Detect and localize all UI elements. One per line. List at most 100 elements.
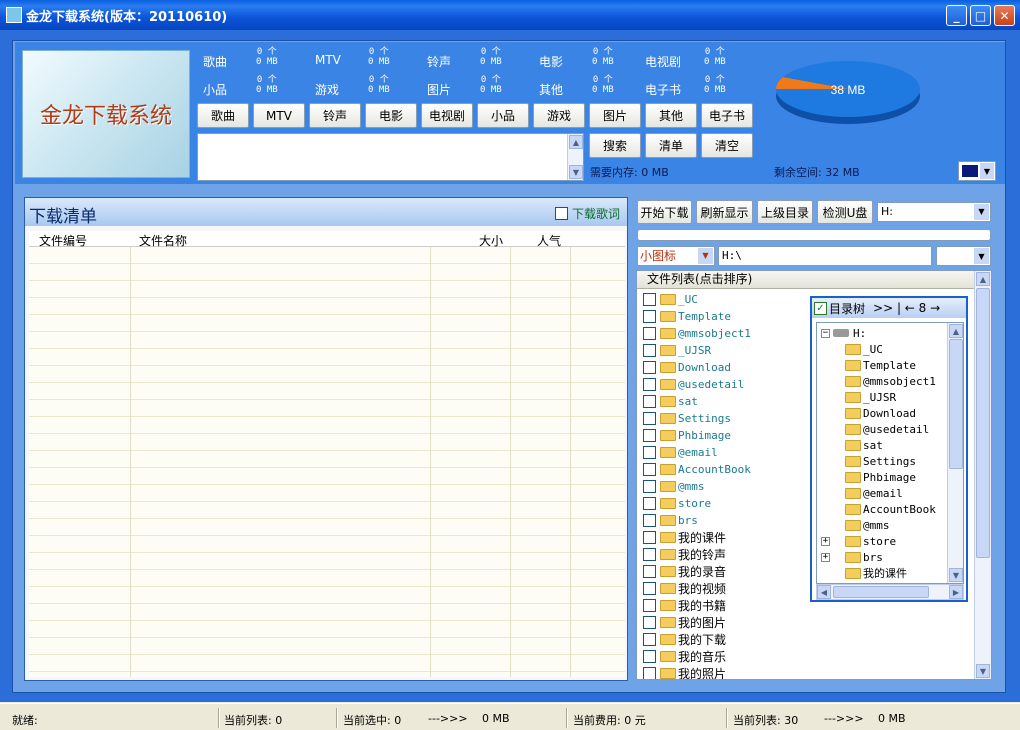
- file-list-item[interactable]: 我的图片: [643, 614, 726, 631]
- start-download-button[interactable]: 开始下载: [637, 200, 692, 224]
- tree-item[interactable]: @usedetail: [845, 421, 929, 437]
- checkbox-icon[interactable]: [643, 412, 656, 425]
- checkbox-icon[interactable]: [643, 293, 656, 306]
- tree-nav[interactable]: >> | ← 8 →: [873, 301, 940, 315]
- checkbox-icon[interactable]: [643, 446, 656, 459]
- checkbox-icon[interactable]: [643, 327, 656, 340]
- file-list-item[interactable]: Phbimage: [643, 427, 731, 444]
- expand-icon[interactable]: +: [821, 536, 830, 546]
- file-list-item[interactable]: sat: [643, 393, 698, 410]
- search-button[interactable]: 搜索: [589, 133, 641, 158]
- color-picker[interactable]: ▼: [958, 161, 996, 181]
- category-button[interactable]: 电子书: [701, 103, 753, 128]
- checkbox-icon[interactable]: [643, 633, 656, 646]
- path-input[interactable]: H:\: [718, 246, 932, 266]
- category-button[interactable]: 歌曲: [197, 103, 249, 128]
- checkbox-icon[interactable]: [643, 531, 656, 544]
- category-button[interactable]: 电影: [365, 103, 417, 128]
- scroll-right-icon[interactable]: ▶: [949, 585, 963, 599]
- tree-item[interactable]: Settings: [845, 453, 916, 469]
- checkbox-icon[interactable]: [643, 497, 656, 510]
- tree-item[interactable]: + store: [821, 533, 896, 549]
- scroll-down-icon[interactable]: ▼: [976, 664, 990, 678]
- refresh-button[interactable]: 刷新显示: [696, 200, 753, 224]
- category-button[interactable]: 其他: [645, 103, 697, 128]
- checkbox-icon[interactable]: [643, 395, 656, 408]
- file-list-header[interactable]: 文件列表(点击排序): [637, 271, 975, 289]
- tree-item[interactable]: Template: [845, 357, 916, 373]
- file-list-item[interactable]: _UC: [643, 291, 698, 308]
- file-list-item[interactable]: 我的录音: [643, 563, 726, 580]
- file-list-item[interactable]: 我的书籍: [643, 597, 726, 614]
- file-list-item[interactable]: 我的视频: [643, 580, 726, 597]
- checkbox-icon[interactable]: [643, 650, 656, 663]
- file-list-item[interactable]: 我的音乐: [643, 648, 726, 665]
- file-list-item[interactable]: Settings: [643, 410, 731, 427]
- scroll-up-icon[interactable]: ▲: [949, 324, 963, 338]
- file-list-item[interactable]: @email: [643, 444, 718, 461]
- file-list-scrollbar[interactable]: ▲ ▼: [974, 271, 991, 679]
- category-button[interactable]: 游戏: [533, 103, 585, 128]
- maximize-button[interactable]: □: [970, 5, 991, 26]
- checkbox-icon[interactable]: [643, 429, 656, 442]
- tree-view[interactable]: − H: _UC Template @mmsobject1 _UJSR Download…: [816, 322, 964, 584]
- file-list-item[interactable]: 我的下载: [643, 631, 726, 648]
- detect-usb-button[interactable]: 检测U盘: [817, 200, 873, 224]
- chevron-down-icon[interactable]: ▼: [980, 163, 994, 179]
- category-button[interactable]: MTV: [253, 103, 305, 128]
- tree-item[interactable]: @mmsobject1: [845, 373, 936, 389]
- tree-item[interactable]: AccountBook: [845, 501, 936, 517]
- search-textbox[interactable]: ▲ ▼: [197, 133, 584, 181]
- checkbox-icon[interactable]: [555, 207, 568, 220]
- list-button[interactable]: 清单: [645, 133, 697, 158]
- chevron-down-icon[interactable]: ▼: [974, 248, 989, 264]
- view-mode-select[interactable]: 小图标 ▼: [637, 246, 715, 266]
- scroll-thumb[interactable]: [949, 339, 963, 469]
- tree-item[interactable]: sat: [845, 437, 883, 453]
- checkbox-icon[interactable]: [643, 548, 656, 561]
- file-list-item[interactable]: @mms: [643, 478, 705, 495]
- tree-item[interactable]: _UC: [845, 341, 883, 357]
- category-button[interactable]: 图片: [589, 103, 641, 128]
- tree-hscroll[interactable]: ◀ ▶: [816, 584, 964, 600]
- scroll-down-icon[interactable]: ▼: [569, 165, 583, 179]
- collapse-icon[interactable]: −: [821, 328, 830, 338]
- tree-checkbox-icon[interactable]: ✓: [814, 301, 827, 315]
- close-button[interactable]: ✕: [994, 5, 1015, 26]
- tree-item[interactable]: Download: [845, 405, 916, 421]
- file-list-item[interactable]: Download: [643, 359, 731, 376]
- category-button[interactable]: 电视剧: [421, 103, 473, 128]
- file-list-item[interactable]: 我的铃声: [643, 546, 726, 563]
- file-list-item[interactable]: @mmsobject1: [643, 325, 751, 342]
- checkbox-icon[interactable]: [643, 344, 656, 357]
- file-list-item[interactable]: AccountBook: [643, 461, 751, 478]
- checkbox-icon[interactable]: [643, 463, 656, 476]
- scroll-down-icon[interactable]: ▼: [949, 568, 963, 582]
- tree-item[interactable]: _UJSR: [845, 389, 896, 405]
- expand-icon[interactable]: +: [821, 552, 830, 562]
- drive-select[interactable]: H: ▼: [877, 202, 991, 222]
- file-list-item[interactable]: Template: [643, 308, 731, 325]
- tree-root[interactable]: − H:: [821, 325, 866, 341]
- checkbox-icon[interactable]: [643, 310, 656, 323]
- textbox-scrollbar[interactable]: ▲ ▼: [567, 134, 583, 180]
- checkbox-icon[interactable]: [643, 616, 656, 629]
- lyrics-checkbox[interactable]: 下载歌词: [555, 205, 620, 222]
- file-list-item[interactable]: 我的课件: [643, 529, 726, 546]
- file-list-item[interactable]: _UJSR: [643, 342, 711, 359]
- tree-item[interactable]: @mms: [845, 517, 890, 533]
- chevron-down-icon[interactable]: ▼: [698, 248, 713, 264]
- tree-item[interactable]: 我的课件: [845, 565, 907, 581]
- checkbox-icon[interactable]: [643, 480, 656, 493]
- category-button[interactable]: 铃声: [309, 103, 361, 128]
- chevron-down-icon[interactable]: ▼: [974, 204, 989, 220]
- checkbox-icon[interactable]: [643, 667, 656, 679]
- download-list-body[interactable]: [29, 247, 625, 677]
- checkbox-icon[interactable]: [643, 582, 656, 595]
- category-button[interactable]: 小品: [477, 103, 529, 128]
- scroll-left-icon[interactable]: ◀: [817, 585, 831, 599]
- parent-dir-button[interactable]: 上级目录: [757, 200, 813, 224]
- tree-vscroll[interactable]: ▲ ▼: [947, 323, 963, 583]
- clear-button[interactable]: 清空: [701, 133, 753, 158]
- file-list-item[interactable]: store: [643, 495, 711, 512]
